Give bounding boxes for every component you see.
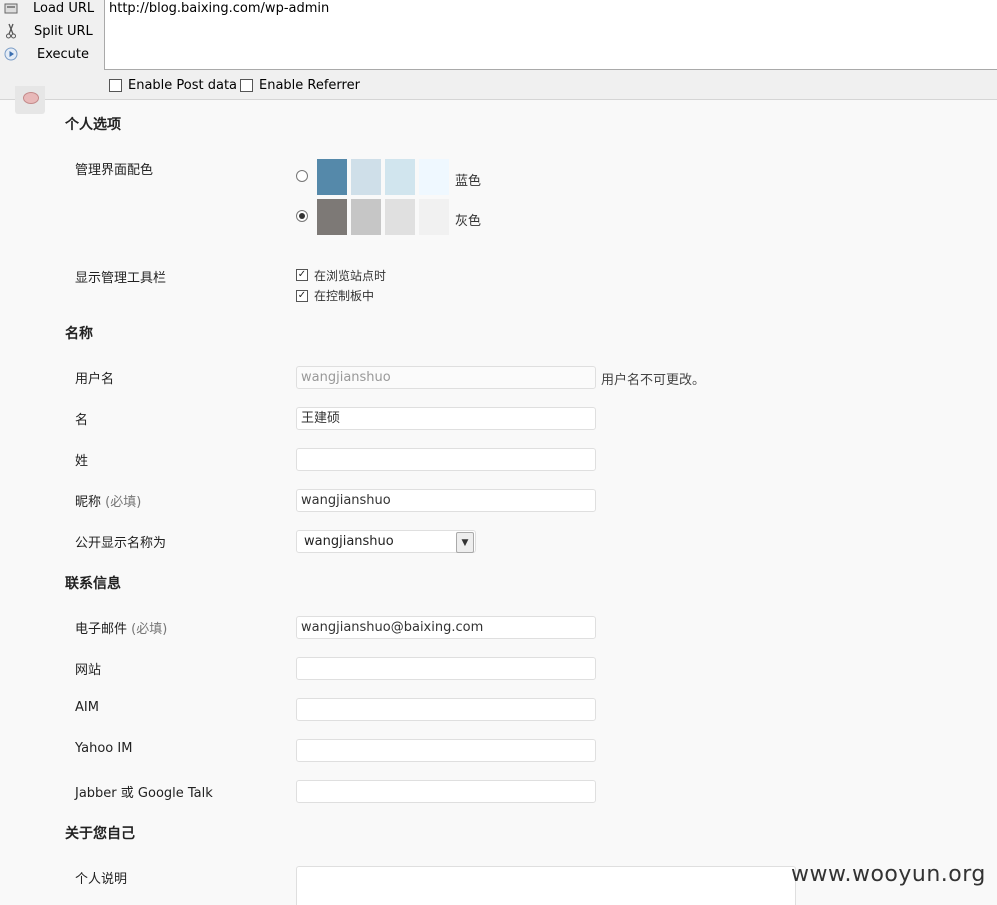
contact-section-title: 联系信息 bbox=[65, 576, 121, 592]
yahoo-input[interactable] bbox=[296, 739, 596, 762]
enable-post-checkbox[interactable]: Enable Post data bbox=[109, 78, 237, 93]
first-name-input[interactable]: 王建硕 bbox=[296, 407, 596, 430]
enable-referrer-label: Enable Referrer bbox=[259, 78, 360, 93]
email-label: 电子邮件 (必填) bbox=[75, 618, 167, 637]
toolbar-frontend-label: 在浏览站点时 bbox=[314, 269, 387, 283]
email-input[interactable]: wangjianshuo@baixing.com bbox=[296, 616, 596, 639]
swatch-blue-4 bbox=[419, 159, 449, 195]
nickname-label: 昵称 (必填) bbox=[75, 491, 141, 510]
nickname-required-note: (必填) bbox=[105, 495, 142, 510]
username-label: 用户名 bbox=[75, 372, 115, 387]
swatch-gray-1 bbox=[317, 199, 347, 235]
color-scheme-label: 管理界面配色 bbox=[75, 163, 154, 178]
yahoo-label: Yahoo IM bbox=[75, 741, 133, 756]
load-url-icon bbox=[3, 0, 19, 16]
enable-post-box[interactable] bbox=[109, 79, 122, 92]
website-input[interactable] bbox=[296, 657, 596, 680]
bio-textarea[interactable] bbox=[296, 866, 796, 905]
scheme-blue-radio[interactable] bbox=[296, 170, 308, 182]
bio-label: 个人说明 bbox=[75, 872, 128, 887]
jabber-label: Jabber 或 Google Talk bbox=[75, 786, 213, 801]
username-description: 用户名不可更改。 bbox=[601, 373, 706, 388]
last-name-label: 姓 bbox=[75, 454, 89, 469]
scheme-gray-radio[interactable] bbox=[296, 210, 308, 222]
watermark: www.wooyun.org bbox=[791, 862, 986, 887]
swatch-gray-4 bbox=[419, 199, 449, 235]
display-name-label: 公开显示名称为 bbox=[75, 536, 167, 551]
url-textarea[interactable]: http://blog.baixing.com/wp-admin bbox=[104, 0, 997, 70]
split-url-label: Split URL bbox=[34, 23, 93, 39]
scheme-gray-name: 灰色 bbox=[455, 214, 482, 229]
enable-referrer-checkbox[interactable]: Enable Referrer bbox=[240, 78, 360, 93]
enable-post-label: Enable Post data bbox=[128, 78, 238, 93]
aim-label: AIM bbox=[75, 700, 99, 715]
load-url-button[interactable]: Load URL bbox=[0, 0, 100, 19]
load-url-label: Load URL bbox=[33, 0, 95, 16]
execute-button[interactable]: Execute bbox=[0, 43, 100, 65]
about-section-title: 关于您自己 bbox=[65, 826, 135, 842]
toolbar-dashboard-checkbox[interactable]: ✓ bbox=[296, 290, 308, 302]
aim-input[interactable] bbox=[296, 698, 596, 721]
jabber-input[interactable] bbox=[296, 780, 596, 803]
swatch-gray-2 bbox=[351, 199, 381, 235]
play-icon bbox=[3, 46, 19, 62]
email-label-text: 电子邮件 bbox=[75, 622, 128, 637]
display-name-select[interactable]: wangjianshuo ▼ bbox=[296, 530, 476, 553]
personal-options-title: 个人选项 bbox=[65, 117, 121, 133]
chevron-down-icon[interactable]: ▼ bbox=[456, 532, 474, 553]
swatch-blue-3 bbox=[385, 159, 415, 195]
toolbar-dashboard-label: 在控制板中 bbox=[314, 289, 375, 303]
swatch-gray-3 bbox=[385, 199, 415, 235]
name-section-title: 名称 bbox=[65, 326, 93, 342]
scissors-icon bbox=[3, 23, 19, 39]
enable-referrer-box[interactable] bbox=[240, 79, 253, 92]
nickname-label-text: 昵称 bbox=[75, 495, 102, 510]
execute-label: Execute bbox=[37, 46, 89, 62]
username-input: wangjianshuo bbox=[296, 366, 596, 389]
hackbar-toolbar: Load URL Split URL Execute http://blog.b… bbox=[0, 0, 997, 100]
toolbar-frontend-checkbox[interactable]: ✓ bbox=[296, 269, 308, 281]
split-url-button[interactable]: Split URL bbox=[0, 20, 100, 42]
website-label: 网站 bbox=[75, 663, 102, 678]
first-name-label: 名 bbox=[75, 413, 89, 428]
nickname-input[interactable]: wangjianshuo bbox=[296, 489, 596, 512]
scheme-blue-name: 蓝色 bbox=[455, 174, 482, 189]
display-name-value: wangjianshuo bbox=[304, 534, 394, 549]
last-name-input[interactable] bbox=[296, 448, 596, 471]
swatch-blue-2 bbox=[351, 159, 381, 195]
swatch-blue-1 bbox=[317, 159, 347, 195]
toolbar-label: 显示管理工具栏 bbox=[75, 271, 167, 286]
email-required-note: (必填) bbox=[131, 622, 168, 637]
profile-page-icon bbox=[15, 86, 45, 114]
